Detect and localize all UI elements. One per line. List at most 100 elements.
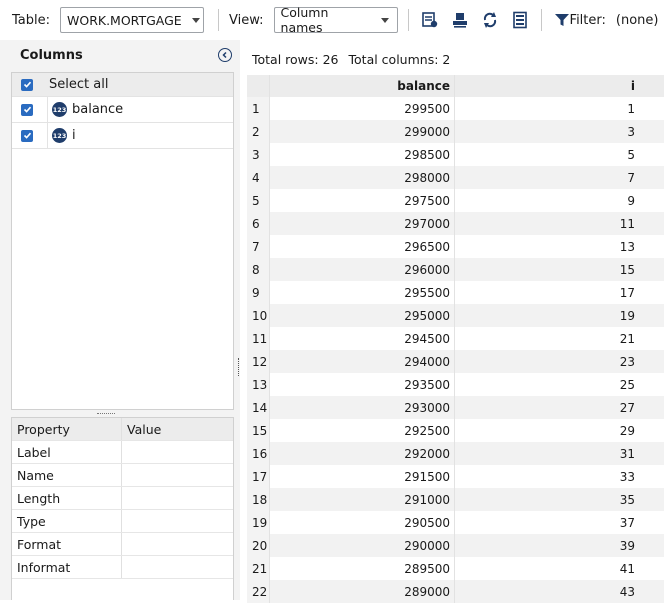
columns-icon[interactable]: [509, 9, 531, 31]
collapse-icon[interactable]: [218, 48, 232, 62]
cell-balance[interactable]: 292000: [270, 442, 455, 465]
view-select-value: Column names: [280, 5, 329, 35]
select-all-label: Select all: [49, 77, 109, 92]
cell-i[interactable]: 41: [455, 557, 664, 580]
table-row[interactable]: 4 298000 7: [247, 166, 664, 189]
cell-balance[interactable]: 298000: [270, 166, 455, 189]
table-row[interactable]: 3 298500 5: [247, 143, 664, 166]
cell-i[interactable]: 7: [455, 166, 664, 189]
checkbox-checked-icon[interactable]: [21, 78, 33, 91]
row-number: 7: [247, 235, 270, 258]
table-row[interactable]: 9 295500 17: [247, 281, 664, 304]
row-number: 17: [247, 465, 270, 488]
cell-balance[interactable]: 290000: [270, 534, 455, 557]
row-number: 21: [247, 557, 270, 580]
column-header-balance[interactable]: balance: [270, 75, 455, 97]
cell-i[interactable]: 17: [455, 281, 664, 304]
cell-i[interactable]: 9: [455, 189, 664, 212]
cell-balance[interactable]: 289500: [270, 557, 455, 580]
cell-balance[interactable]: 291000: [270, 488, 455, 511]
cell-balance[interactable]: 293000: [270, 396, 455, 419]
cell-i[interactable]: 15: [455, 258, 664, 281]
chevron-down-icon: [380, 17, 389, 23]
cell-balance[interactable]: 292500: [270, 419, 455, 442]
property-row: Name: [12, 464, 233, 487]
cell-i[interactable]: 25: [455, 373, 664, 396]
select-all-row[interactable]: Select all: [12, 73, 233, 97]
table-select[interactable]: WORK.MORTGAGE: [60, 7, 204, 33]
row-number: 19: [247, 511, 270, 534]
refresh-icon[interactable]: [479, 9, 501, 31]
cell-i[interactable]: 21: [455, 327, 664, 350]
row-number: 18: [247, 488, 270, 511]
cell-i[interactable]: 37: [455, 511, 664, 534]
table-properties-icon[interactable]: [419, 9, 441, 31]
table-row[interactable]: 15 292500 29: [247, 419, 664, 442]
save-icon[interactable]: [449, 9, 471, 31]
cell-i[interactable]: 29: [455, 419, 664, 442]
cell-balance[interactable]: 299000: [270, 120, 455, 143]
cell-balance[interactable]: 297000: [270, 212, 455, 235]
table-row[interactable]: 18 291000 35: [247, 488, 664, 511]
grid-header-row: balance i: [247, 75, 664, 97]
filter-button[interactable]: Filter: (none): [554, 12, 658, 28]
cell-balance[interactable]: 299500: [270, 97, 455, 120]
column-name: balance: [72, 102, 124, 117]
table-row[interactable]: 19 290500 37: [247, 511, 664, 534]
column-list: Select all 123 balance 123 i: [11, 72, 234, 410]
table-row[interactable]: 10 295000 19: [247, 304, 664, 327]
cell-balance[interactable]: 294500: [270, 327, 455, 350]
table-row[interactable]: 12 294000 23: [247, 350, 664, 373]
cell-i[interactable]: 33: [455, 465, 664, 488]
cell-balance[interactable]: 295500: [270, 281, 455, 304]
total-rows: Total rows: 26: [252, 51, 339, 67]
cell-i[interactable]: 35: [455, 488, 664, 511]
cell-i[interactable]: 11: [455, 212, 664, 235]
table-row[interactable]: 13 293500 25: [247, 373, 664, 396]
column-header-i[interactable]: i: [455, 75, 664, 97]
view-select[interactable]: Column names: [273, 5, 398, 35]
table-row[interactable]: 8 296000 15: [247, 258, 664, 281]
cell-i[interactable]: 27: [455, 396, 664, 419]
filter-icon: [554, 14, 569, 26]
cell-i[interactable]: 1: [455, 97, 664, 120]
horizontal-splitter[interactable]: [97, 413, 115, 416]
table-row[interactable]: 6 297000 11: [247, 212, 664, 235]
cell-balance[interactable]: 291500: [270, 465, 455, 488]
checkbox-checked-icon[interactable]: [21, 129, 33, 142]
table-row[interactable]: 16 292000 31: [247, 442, 664, 465]
row-number: 16: [247, 442, 270, 465]
cell-i[interactable]: 5: [455, 143, 664, 166]
cell-balance[interactable]: 296500: [270, 235, 455, 258]
numeric-type-icon: 123: [52, 128, 67, 143]
cell-i[interactable]: 31: [455, 442, 664, 465]
cell-balance[interactable]: 293500: [270, 373, 455, 396]
vertical-splitter[interactable]: [238, 358, 241, 376]
cell-balance[interactable]: 294000: [270, 350, 455, 373]
cell-i[interactable]: 13: [455, 235, 664, 258]
table-row[interactable]: 20 290000 39: [247, 534, 664, 557]
table-row[interactable]: 5 297500 9: [247, 189, 664, 212]
row-number-header: [247, 75, 270, 97]
table-row[interactable]: 7 296500 13: [247, 235, 664, 258]
cell-i[interactable]: 23: [455, 350, 664, 373]
property-header: Property: [12, 418, 122, 440]
column-item-balance[interactable]: 123 balance: [12, 96, 233, 123]
cell-i[interactable]: 39: [455, 534, 664, 557]
cell-i[interactable]: 19: [455, 304, 664, 327]
row-number: 5: [247, 189, 270, 212]
table-row[interactable]: 21 289500 41: [247, 557, 664, 580]
table-row[interactable]: 17 291500 33: [247, 465, 664, 488]
table-row[interactable]: 1 299500 1: [247, 97, 664, 120]
table-row[interactable]: 14 293000 27: [247, 396, 664, 419]
cell-balance[interactable]: 295000: [270, 304, 455, 327]
table-row[interactable]: 11 294500 21: [247, 327, 664, 350]
checkbox-checked-icon[interactable]: [21, 103, 33, 116]
cell-balance[interactable]: 298500: [270, 143, 455, 166]
cell-balance[interactable]: 290500: [270, 511, 455, 534]
table-row[interactable]: 2 299000 3: [247, 120, 664, 143]
cell-i[interactable]: 3: [455, 120, 664, 143]
cell-balance[interactable]: 297500: [270, 189, 455, 212]
column-item-i[interactable]: 123 i: [12, 122, 233, 149]
cell-balance[interactable]: 296000: [270, 258, 455, 281]
